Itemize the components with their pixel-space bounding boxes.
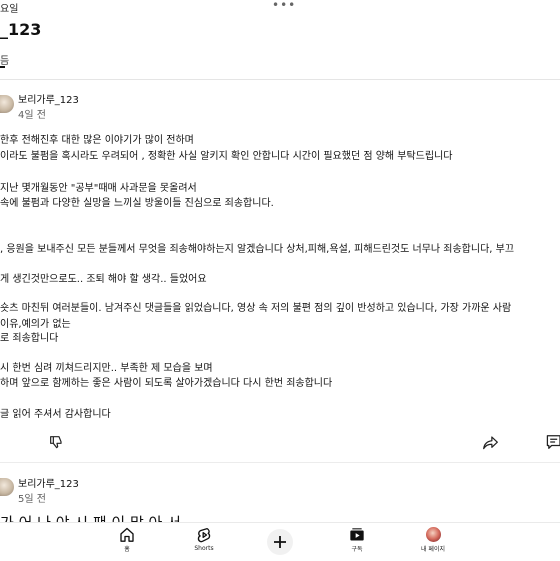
channel-title: _123 bbox=[0, 20, 42, 39]
home-icon bbox=[120, 527, 134, 542]
profile-avatar bbox=[425, 527, 441, 542]
create-button[interactable] bbox=[267, 529, 293, 555]
avatar[interactable] bbox=[0, 478, 14, 496]
shorts-icon bbox=[197, 528, 210, 543]
post-author[interactable]: 보리가루_123 bbox=[18, 475, 79, 490]
post-body-line bbox=[0, 286, 560, 299]
post-divider bbox=[0, 462, 560, 463]
post-body: 한후 전해진후 대한 많은 이야기가 많이 전하며 이라도 불펌을 혹시라도 우… bbox=[0, 131, 560, 421]
post-time: 4일 전 bbox=[18, 110, 46, 121]
plus-icon bbox=[274, 536, 286, 548]
post-body-line: 속에 불펌과 다양한 실망을 느끼실 방울이들 진심으로 죄송합니다. bbox=[0, 198, 274, 209]
post-body-line: 로 죄송합니다 bbox=[0, 333, 59, 344]
header-divider bbox=[0, 79, 560, 80]
post-body-line: 이라도 불펌을 혹시라도 우려되어 , 정확한 사실 알키지 확인 안합니다 시… bbox=[0, 151, 453, 162]
tab-community[interactable]: 듬 bbox=[0, 52, 9, 67]
share-icon[interactable] bbox=[482, 435, 499, 450]
post-body-line bbox=[0, 256, 560, 270]
post-body-line bbox=[0, 210, 560, 240]
more-dots-icon[interactable]: ••• bbox=[272, 0, 296, 12]
post-author[interactable]: 보리가루_123 bbox=[18, 91, 79, 106]
post-body-line: 시 한번 심려 끼쳐드리지만.. 부족한 제 모습을 보며 bbox=[0, 363, 213, 374]
nav-shorts[interactable]: Shorts bbox=[174, 527, 234, 552]
post-body-line: 이유,예의가 없는 bbox=[0, 319, 71, 330]
dislike-icon[interactable] bbox=[48, 434, 64, 450]
post-body-line: 한후 전해진후 대한 많은 이야기가 많이 전하며 bbox=[0, 135, 194, 146]
status-bar-day: 요일 bbox=[0, 4, 19, 15]
post-body-line bbox=[0, 163, 560, 179]
nav-home[interactable]: 홈 bbox=[97, 527, 157, 553]
comment-icon[interactable] bbox=[546, 434, 560, 450]
post-body-line: , 응원을 보내주신 모든 분들께서 무엇을 죄송해야하는지 알겠습니다 상처,… bbox=[0, 244, 515, 255]
nav-my-page[interactable]: 내 페이지 bbox=[403, 527, 463, 553]
bottom-nav: 홈 Shorts 구독 내 페이지 bbox=[0, 522, 560, 561]
subscriptions-icon bbox=[350, 528, 364, 541]
tab-underline bbox=[0, 66, 5, 68]
post-body-line: 숏츠 마친뒤 여러분들이. 남겨주신 댓글들을 읽었습니다, 영상 속 저의 불… bbox=[0, 303, 512, 314]
nav-subscriptions-label: 구독 bbox=[351, 546, 363, 553]
nav-home-label: 홈 bbox=[124, 546, 130, 553]
nav-subscriptions[interactable]: 구독 bbox=[327, 527, 387, 553]
nav-shorts-label: Shorts bbox=[194, 545, 214, 552]
post-body-line: 지난 몇개월동안 "공부"때매 사과문을 못올려서 bbox=[0, 183, 197, 194]
post-body-line: 글 읽어 주셔서 감사합니다 bbox=[0, 409, 111, 420]
post-body-line bbox=[0, 345, 560, 359]
avatar[interactable] bbox=[0, 95, 14, 113]
nav-my-page-label: 내 페이지 bbox=[421, 546, 445, 553]
post-body-line bbox=[0, 390, 560, 405]
post-time: 5일 전 bbox=[18, 494, 46, 505]
post-body-line: 하며 앞으로 함께하는 좋은 사람이 되도록 살아가겠습니다 다시 한번 죄송합… bbox=[0, 378, 333, 389]
post-body-line: 게 생긴것만으로도.. 조퇴 해야 할 생각.. 들었어요 bbox=[0, 274, 207, 285]
